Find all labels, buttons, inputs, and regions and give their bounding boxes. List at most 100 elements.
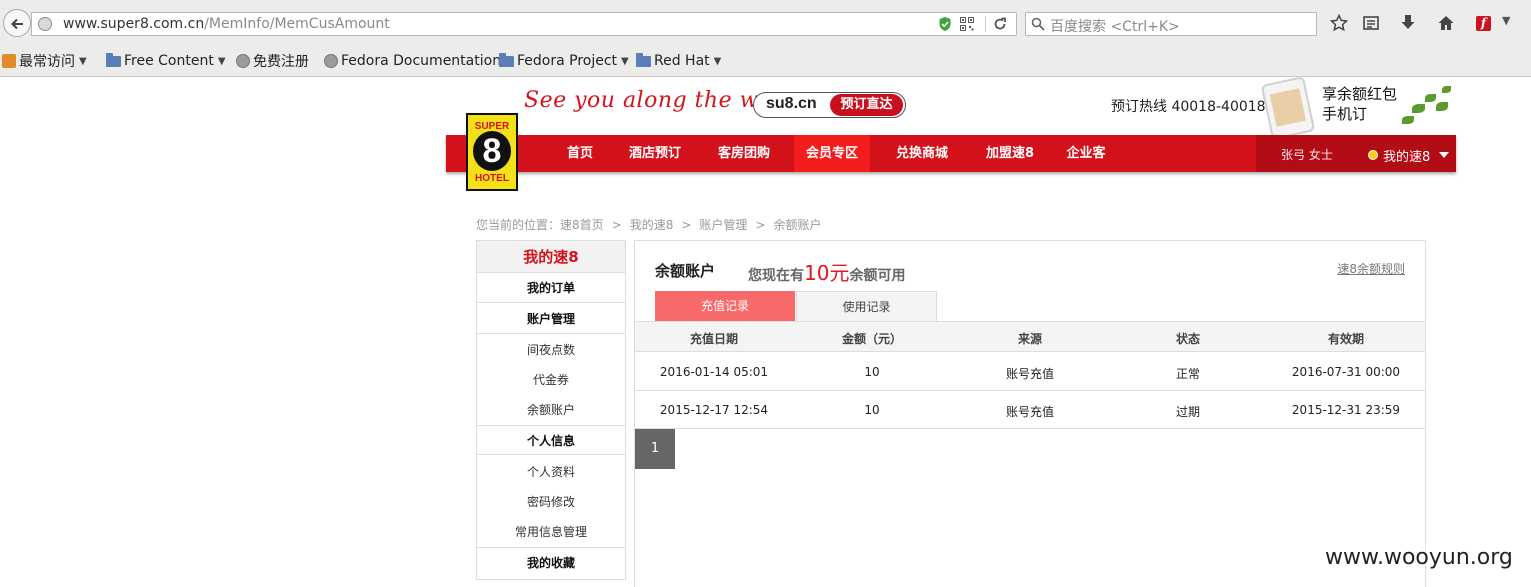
col-expiry: 有效期	[1327, 332, 1364, 346]
download-arrow-icon[interactable]	[1399, 14, 1417, 32]
su8-domain: su8.cn	[766, 95, 817, 112]
sidebar-item-saved-info[interactable]: 常用信息管理	[477, 517, 625, 547]
cell-amount: 10	[864, 365, 880, 379]
col-amount: 金额（元）	[841, 332, 902, 346]
bookmark-free-content[interactable]: Free Content ▼	[106, 52, 226, 70]
booking-hotline: 预订热线 40018-40018	[1111, 99, 1266, 115]
leaf-decoration	[1412, 104, 1425, 113]
sidebar-item-room-nights[interactable]: 间夜点数	[477, 335, 625, 365]
tab-recharge-records[interactable]: 充值记录	[655, 291, 795, 321]
nav-franchise[interactable]: 加盟速8	[974, 135, 1046, 172]
breadcrumb-home[interactable]: 速8首页	[560, 218, 604, 232]
flash-menu-caret-icon[interactable]: ▼	[1502, 14, 1510, 27]
bookmark-label: Fedora Documentation	[341, 53, 502, 69]
leaf-decoration	[1442, 86, 1451, 93]
bookmark-label: Red Hat	[654, 53, 710, 69]
bookmark-label: Free Content	[124, 53, 214, 69]
cell-source: 账号充值	[1005, 405, 1054, 419]
search-icon	[1031, 17, 1045, 31]
su8-shortcut[interactable]: su8.cn 预订直达	[753, 92, 906, 118]
reload-icon[interactable]	[992, 16, 1008, 32]
cell-source: 账号充值	[1005, 367, 1054, 381]
bookmark-free-register[interactable]: 免费注册	[236, 52, 309, 70]
chevron-down-icon: ▼	[79, 55, 87, 67]
bookmark-fedora-documentation[interactable]: Fedora Documentation	[324, 52, 501, 70]
bookmark-most-visited[interactable]: 最常访问 ▼	[2, 52, 87, 70]
main-navigation: 首页 酒店预订 客房团购 会员专区 兑换商城 加盟速8 企业客 张弓 女士 我的…	[446, 135, 1456, 172]
sidebar-item-balance-account[interactable]: 余额账户	[477, 395, 625, 425]
flash-plugin-icon[interactable]: f	[1476, 16, 1491, 31]
phone-icon	[1260, 76, 1316, 140]
sidebar-title[interactable]: 我的速8	[477, 241, 625, 273]
sidebar-item-my-orders[interactable]: 我的订单	[477, 273, 625, 303]
sidebar-item-vouchers[interactable]: 代金券	[477, 365, 625, 395]
site-identity-icon[interactable]	[38, 17, 52, 31]
tab-usage-records[interactable]: 使用记录	[796, 291, 937, 321]
mobile-app-ad[interactable]: 享余额红包 手机订	[1260, 76, 1457, 140]
url-path: /MemInfo/MemCusAmount	[204, 16, 390, 32]
url-bar[interactable]: www.super8.com.cn/MemInfo/MemCusAmount	[31, 12, 1017, 36]
cell-status: 正常	[1175, 367, 1200, 381]
leaf-decoration	[1425, 94, 1436, 102]
globe-icon	[324, 54, 338, 68]
balance-rules-link[interactable]: 速8余额规则	[1337, 260, 1405, 277]
sidebar-item-account-management[interactable]: 账户管理	[477, 304, 625, 334]
home-icon[interactable]	[1437, 14, 1455, 32]
search-bar[interactable]: 百度搜索 <Ctrl+K>	[1025, 12, 1317, 36]
nav-hotel-booking[interactable]: 酒店预订	[619, 135, 691, 172]
nav-member-zone[interactable]: 会员专区	[794, 135, 870, 172]
user-name[interactable]: 张弓 女士	[1281, 146, 1333, 163]
super8-logo[interactable]: SUPER 8 HOTEL	[466, 113, 518, 191]
user-menu: 张弓 女士 我的速8	[1256, 135, 1456, 172]
back-button[interactable]	[3, 9, 31, 37]
breadcrumb-prefix: 您当前的位置：	[476, 218, 561, 232]
col-recharge-date: 充值日期	[689, 332, 738, 346]
balance-prefix: 您现在有	[748, 268, 804, 284]
breadcrumb-current: 余额账户	[773, 218, 822, 232]
sidebar-item-profile[interactable]: 个人资料	[477, 457, 625, 487]
bookmark-red-hat[interactable]: Red Hat ▼	[636, 52, 721, 70]
back-arrow-icon	[11, 18, 23, 30]
bookmark-label: 免费注册	[253, 54, 309, 70]
cell-expiry: 2016-07-31 00:00	[1291, 365, 1401, 379]
sidebar-item-personal-info[interactable]: 个人信息	[477, 425, 625, 455]
ad-line-1: 享余额红包	[1322, 85, 1398, 103]
direct-booking-button[interactable]: 预订直达	[830, 94, 903, 116]
ad-line-2: 手机订	[1322, 105, 1368, 123]
cell-amount: 10	[864, 403, 880, 417]
shield-icon[interactable]	[938, 16, 952, 32]
breadcrumb-my-super8[interactable]: 我的速8	[630, 218, 674, 232]
chevron-down-icon: ▼	[621, 55, 629, 67]
pagination-page-1[interactable]: 1	[635, 429, 675, 469]
breadcrumb-account-management[interactable]: 账户管理	[699, 218, 747, 232]
leaf-decoration	[1402, 116, 1414, 124]
nav-home[interactable]: 首页	[550, 135, 610, 172]
bookmark-label: 最常访问	[19, 54, 75, 70]
ad-text: 享余额红包 手机订	[1322, 84, 1397, 124]
table-row: 2016-01-14 05:01 10 账号充值 正常 2016-07-31 0…	[635, 353, 1425, 391]
balance-summary: 您现在有10元余额可用	[748, 257, 905, 286]
nav-corporate[interactable]: 企业客	[1058, 135, 1114, 172]
browser-toolbar: www.super8.com.cn/MemInfo/MemCusAmount 百…	[0, 0, 1531, 44]
member-sidebar: 我的速8 我的订单 账户管理 间夜点数 代金券 余额账户 个人信息 个人资料 密…	[476, 240, 626, 580]
sidebar-item-change-password[interactable]: 密码修改	[477, 487, 625, 517]
reading-list-icon[interactable]	[1362, 14, 1380, 32]
logo-hotel-text: HOTEL	[475, 173, 509, 184]
bookmark-fedora-project[interactable]: Fedora Project ▼	[499, 52, 629, 70]
sidebar-item-favorites[interactable]: 我的收藏	[477, 547, 625, 577]
site-slogan: See you along the way	[524, 88, 786, 113]
url-text[interactable]: www.super8.com.cn/MemInfo/MemCusAmount	[63, 16, 390, 32]
cell-expiry: 2015-12-31 23:59	[1291, 403, 1401, 417]
caret-down-icon[interactable]	[1439, 152, 1449, 158]
leaf-decoration	[1436, 102, 1448, 111]
qr-code-icon[interactable]	[960, 17, 974, 31]
bookmark-star-icon[interactable]	[1330, 14, 1348, 32]
nav-rewards-mall[interactable]: 兑换商城	[886, 135, 958, 172]
balance-amount: 10元	[804, 261, 850, 285]
my-super8-menu[interactable]: 我的速8	[1383, 146, 1430, 165]
nav-group-buy[interactable]: 客房团购	[708, 135, 780, 172]
bookmark-label: Fedora Project	[517, 53, 618, 69]
folder-icon	[499, 52, 514, 67]
chevron-down-icon: ▼	[713, 55, 722, 67]
balance-panel: 余额账户 您现在有10元余额可用 速8余额规则 充值记录 使用记录 充值日期 金…	[634, 240, 1426, 587]
